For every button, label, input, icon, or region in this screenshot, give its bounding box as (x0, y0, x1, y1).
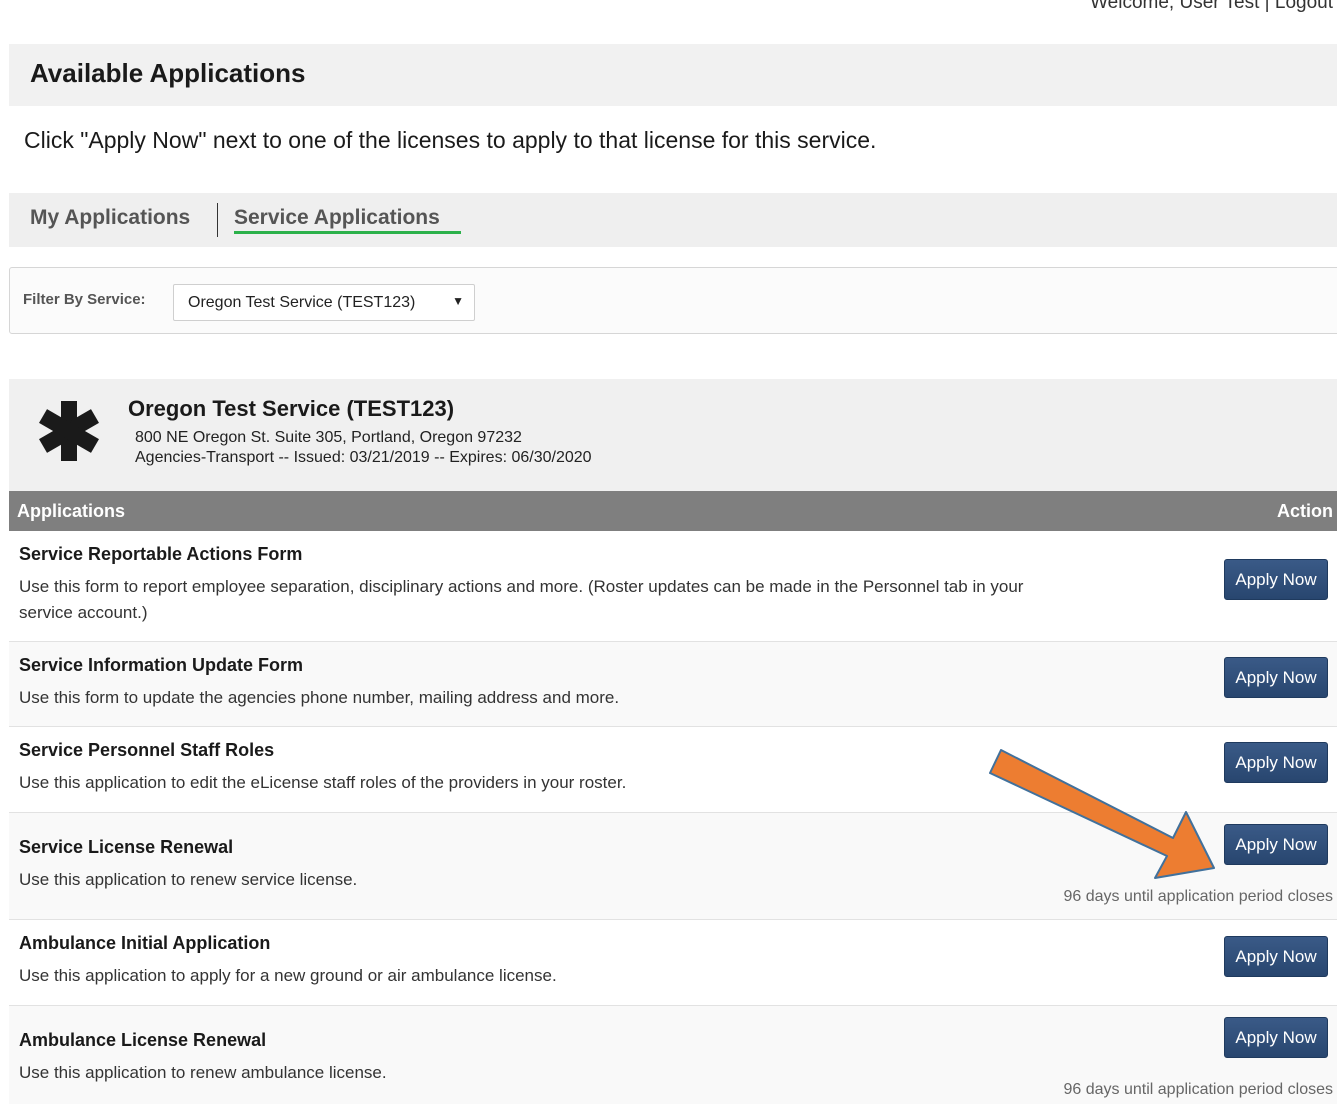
filter-label: Filter By Service: (23, 291, 146, 308)
table-header: Applications Action (9, 491, 1337, 531)
apply-now-button[interactable]: Apply Now (1224, 936, 1328, 977)
application-description: Use this form to update the agencies pho… (19, 688, 620, 707)
table-row: Ambulance Initial Application Use this a… (9, 920, 1337, 1006)
welcome-logout-link[interactable]: Welcome, User Test | Logout (1090, 0, 1333, 13)
apply-now-button[interactable]: Apply Now (1224, 742, 1328, 783)
period-countdown: 96 days until application period closes (1063, 1081, 1334, 1098)
table-row: Service Personnel Staff Roles Use this a… (9, 727, 1337, 813)
column-header-applications: Applications (17, 501, 126, 521)
table-row: Service Reportable Actions Form Use this… (9, 531, 1337, 642)
application-description: Use this form to report employee separat… (19, 577, 1024, 622)
filter-panel: Filter By Service: Oregon Test Service (… (9, 267, 1337, 334)
service-filter-value: Oregon Test Service (TEST123) (188, 294, 416, 311)
application-description: Use this application to apply for a new … (19, 966, 557, 985)
table-row: Service License Renewal Use this applica… (9, 813, 1337, 920)
apply-now-button[interactable]: Apply Now (1224, 657, 1328, 698)
application-tabs: My Applications Service Applications (9, 193, 1337, 247)
application-title: Service Reportable Actions Form (19, 544, 303, 564)
apply-now-button[interactable]: Apply Now (1224, 559, 1328, 600)
application-description: Use this application to edit the eLicens… (19, 773, 627, 792)
application-description: Use this application to renew ambulance … (19, 1063, 387, 1082)
column-header-action: Action (1277, 501, 1333, 521)
tab-service-applications[interactable]: Service Applications (234, 206, 440, 230)
period-countdown: 96 days until application period closes (1063, 888, 1334, 905)
active-tab-indicator (234, 231, 461, 234)
service-card: Oregon Test Service (TEST123) 800 NE Ore… (9, 379, 1337, 492)
application-title: Ambulance Initial Application (19, 933, 271, 953)
welcome-bar: Welcome, User Test | Logout (1090, 0, 1333, 14)
chevron-down-icon: ▼ (452, 294, 464, 308)
star-of-life-icon (39, 401, 99, 461)
page-header: Available Applications (9, 44, 1337, 106)
table-row: Ambulance License Renewal Use this appli… (9, 1006, 1337, 1104)
tab-divider (217, 203, 218, 237)
apply-now-button[interactable]: Apply Now (1224, 1017, 1328, 1058)
service-address: 800 NE Oregon St. Suite 305, Portland, O… (135, 429, 522, 446)
table-row: Service Information Update Form Use this… (9, 642, 1337, 727)
application-description: Use this application to renew service li… (19, 870, 358, 889)
service-name: Oregon Test Service (TEST123) (128, 396, 455, 421)
application-title: Service Personnel Staff Roles (19, 740, 275, 760)
application-title: Service Information Update Form (19, 655, 304, 675)
application-title: Service License Renewal (19, 837, 234, 857)
applications-table: Applications Action Service Reportable A… (9, 491, 1337, 1104)
apply-now-button[interactable]: Apply Now (1224, 824, 1328, 865)
page-title: Available Applications (30, 58, 306, 88)
tab-my-applications[interactable]: My Applications (30, 206, 190, 230)
instructions-text: Click "Apply Now" next to one of the lic… (24, 127, 877, 153)
application-title: Ambulance License Renewal (19, 1030, 267, 1050)
service-license-info: Agencies-Transport -- Issued: 03/21/2019… (135, 449, 592, 466)
service-filter-select[interactable]: Oregon Test Service (TEST123) ▼ (173, 284, 475, 321)
